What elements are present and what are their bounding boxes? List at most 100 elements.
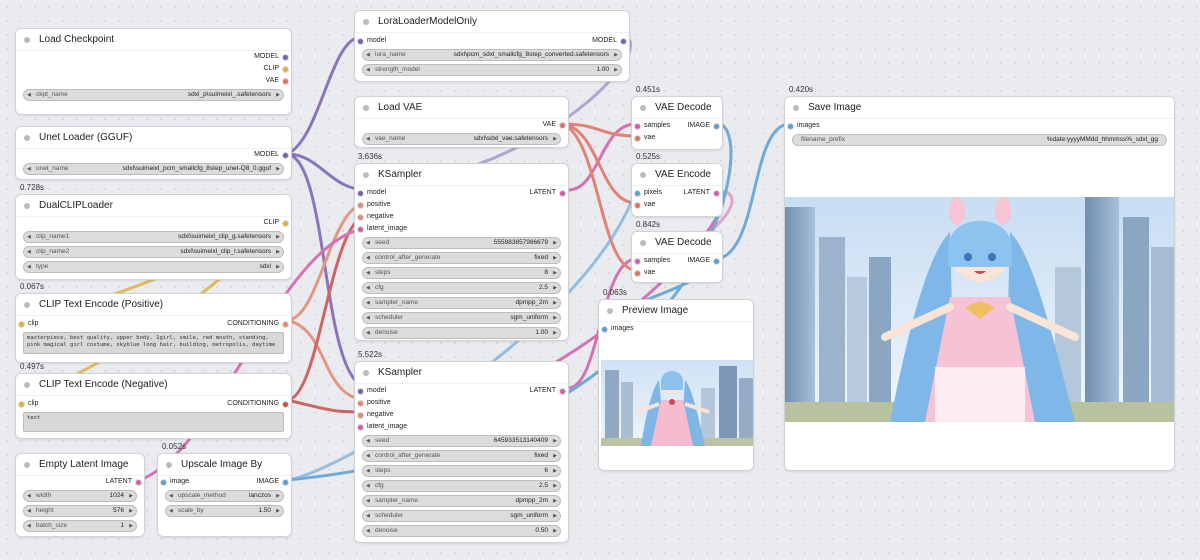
- model-socket[interactable]: [358, 190, 363, 196]
- input-images[interactable]: images: [785, 120, 1174, 132]
- output-model[interactable]: MODEL: [16, 149, 291, 161]
- ckpt-name-widget[interactable]: ckpt_namesdxl_p\suimeixl_.safetensors: [23, 89, 284, 101]
- strength-model-widget[interactable]: strength_model1.00: [362, 64, 622, 76]
- vae-socket[interactable]: [283, 78, 288, 84]
- conditioning-socket[interactable]: [358, 202, 363, 208]
- latent-socket[interactable]: [635, 123, 640, 129]
- input-model[interactable]: model MODEL: [355, 35, 629, 47]
- load-checkpoint-node[interactable]: Load Checkpoint MODEL CLIP VAE ckpt_name…: [15, 28, 292, 115]
- seed-widget[interactable]: seed645933513140409: [362, 435, 561, 447]
- empty-latent-image-node[interactable]: Empty Latent Image LATENT width1024 heig…: [15, 453, 145, 537]
- latent-socket[interactable]: [635, 258, 640, 264]
- input-model[interactable]: model LATENT: [355, 187, 568, 199]
- clip-socket[interactable]: [19, 321, 24, 327]
- clip-name1-widget[interactable]: clip_name1sdxl\suimeixl_clip_g.safetenso…: [23, 231, 284, 243]
- upscale-image-by-node[interactable]: Upscale Image By image IMAGE upscale_met…: [157, 453, 292, 537]
- image-socket[interactable]: [788, 123, 793, 129]
- ksampler-1-node[interactable]: KSampler model LATENT positive negative …: [354, 163, 569, 341]
- positive-prompt-textarea[interactable]: masterpiece, best quality, upper body, 1…: [23, 332, 284, 354]
- image-socket[interactable]: [714, 123, 719, 129]
- clip-socket[interactable]: [283, 220, 288, 226]
- denoise-widget[interactable]: denoise1.00: [362, 327, 561, 339]
- input-positive[interactable]: positive: [355, 199, 568, 211]
- control-after-generate-widget[interactable]: control_after_generatefixed: [362, 450, 561, 462]
- model-socket[interactable]: [358, 388, 363, 394]
- image-socket[interactable]: [714, 258, 719, 264]
- output-model[interactable]: MODEL: [16, 51, 291, 63]
- input-clip[interactable]: clip CONDITIONING: [16, 318, 291, 330]
- vae-encode-node[interactable]: VAE Encode pixels LATENT vae: [631, 163, 723, 217]
- latent-socket[interactable]: [136, 479, 141, 485]
- lora-loader-model-only-node[interactable]: LoraLoaderModelOnly model MODEL lora_nam…: [354, 10, 630, 82]
- scheduler-widget[interactable]: schedulersgm_uniform: [362, 510, 561, 522]
- model-socket[interactable]: [621, 38, 626, 44]
- denoise-widget[interactable]: denoise0.50: [362, 525, 561, 537]
- vae-name-widget[interactable]: vae_namesdxl\sdxl_vae.safetensors: [362, 133, 561, 145]
- input-images[interactable]: images: [599, 323, 753, 335]
- image-socket[interactable]: [602, 326, 607, 332]
- vae-socket[interactable]: [635, 270, 640, 276]
- unet-loader-node[interactable]: Unet Loader (GGUF) MODEL unet_namesdxl\s…: [15, 126, 292, 180]
- input-negative[interactable]: negative: [355, 409, 568, 421]
- negative-prompt-textarea[interactable]: text: [23, 412, 284, 432]
- clip-socket[interactable]: [283, 66, 288, 72]
- input-samples[interactable]: samples IMAGE: [632, 120, 722, 132]
- dualcliploader-node[interactable]: DualCLIPLoader CLIP clip_name1sdxl\suime…: [15, 194, 292, 280]
- input-clip[interactable]: clip CONDITIONING: [16, 398, 291, 410]
- seed-widget[interactable]: seed555983857986679: [362, 237, 561, 249]
- input-negative[interactable]: negative: [355, 211, 568, 223]
- sampler-name-widget[interactable]: sampler_namedpmpp_2m: [362, 495, 561, 507]
- image-socket[interactable]: [635, 190, 640, 196]
- model-socket[interactable]: [283, 54, 288, 60]
- cfg-widget[interactable]: cfg2.5: [362, 480, 561, 492]
- unet-name-widget[interactable]: unet_namesdxl\suimeixl_pcm_smallcfg_8ste…: [23, 163, 284, 175]
- input-positive[interactable]: positive: [355, 397, 568, 409]
- input-pixels[interactable]: pixels LATENT: [632, 187, 722, 199]
- input-latent-image[interactable]: latent_image: [355, 223, 568, 235]
- input-image[interactable]: image IMAGE: [158, 476, 291, 488]
- latent-socket[interactable]: [358, 226, 363, 232]
- image-socket[interactable]: [161, 479, 166, 485]
- height-widget[interactable]: height576: [23, 505, 137, 517]
- model-socket[interactable]: [283, 152, 288, 158]
- vae-socket[interactable]: [560, 122, 565, 128]
- vae-socket[interactable]: [635, 202, 640, 208]
- vae-decode-1-node[interactable]: VAE Decode samples IMAGE vae: [631, 96, 723, 150]
- output-vae[interactable]: VAE: [355, 119, 568, 131]
- sampler-name-widget[interactable]: sampler_namedpmpp_2m: [362, 297, 561, 309]
- image-socket[interactable]: [283, 479, 288, 485]
- load-vae-node[interactable]: Load VAE VAE vae_namesdxl\sdxl_vae.safet…: [354, 96, 569, 148]
- preview-image-node[interactable]: Preview Image images: [598, 299, 754, 471]
- ksampler-2-node[interactable]: KSampler model LATENT positive negative …: [354, 361, 569, 543]
- save-image-node[interactable]: Save Image images filename_prefix %date:y…: [784, 96, 1175, 471]
- width-widget[interactable]: width1024: [23, 490, 137, 502]
- lora-name-widget[interactable]: lora_namesdxl\pcm_sdxl_smallcfg_8step_co…: [362, 49, 622, 61]
- conditioning-socket[interactable]: [358, 412, 363, 418]
- steps-widget[interactable]: steps8: [362, 267, 561, 279]
- output-clip[interactable]: CLIP: [16, 217, 291, 229]
- scale-by-widget[interactable]: scale_by1.50: [165, 505, 284, 517]
- vae-decode-2-node[interactable]: VAE Decode samples IMAGE vae: [631, 231, 723, 283]
- clip-name2-widget[interactable]: clip_name2sdxl\suimeixl_clip_l.safetenso…: [23, 246, 284, 258]
- latent-socket[interactable]: [358, 424, 363, 430]
- input-latent-image[interactable]: latent_image: [355, 421, 568, 433]
- latent-socket[interactable]: [714, 190, 719, 196]
- clip-socket[interactable]: [19, 401, 24, 407]
- latent-socket[interactable]: [560, 190, 565, 196]
- input-vae[interactable]: vae: [632, 267, 722, 279]
- cfg-widget[interactable]: cfg2.5: [362, 282, 561, 294]
- output-latent[interactable]: LATENT: [16, 476, 144, 488]
- steps-widget[interactable]: steps6: [362, 465, 561, 477]
- filename-prefix-widget[interactable]: filename_prefix %date:yyyyMMdd_hhmmss%_sd…: [792, 134, 1167, 146]
- latent-socket[interactable]: [560, 388, 565, 394]
- output-vae[interactable]: VAE: [16, 75, 291, 87]
- control-after-generate-widget[interactable]: control_after_generatefixed: [362, 252, 561, 264]
- input-model[interactable]: model LATENT: [355, 385, 568, 397]
- conditioning-socket[interactable]: [358, 400, 363, 406]
- batch-size-widget[interactable]: batch_size1: [23, 520, 137, 532]
- output-clip[interactable]: CLIP: [16, 63, 291, 75]
- conditioning-socket[interactable]: [358, 214, 363, 220]
- scheduler-widget[interactable]: schedulersgm_uniform: [362, 312, 561, 324]
- clip-text-encode-positive-node[interactable]: CLIP Text Encode (Positive) clip CONDITI…: [15, 293, 292, 363]
- input-vae[interactable]: vae: [632, 199, 722, 211]
